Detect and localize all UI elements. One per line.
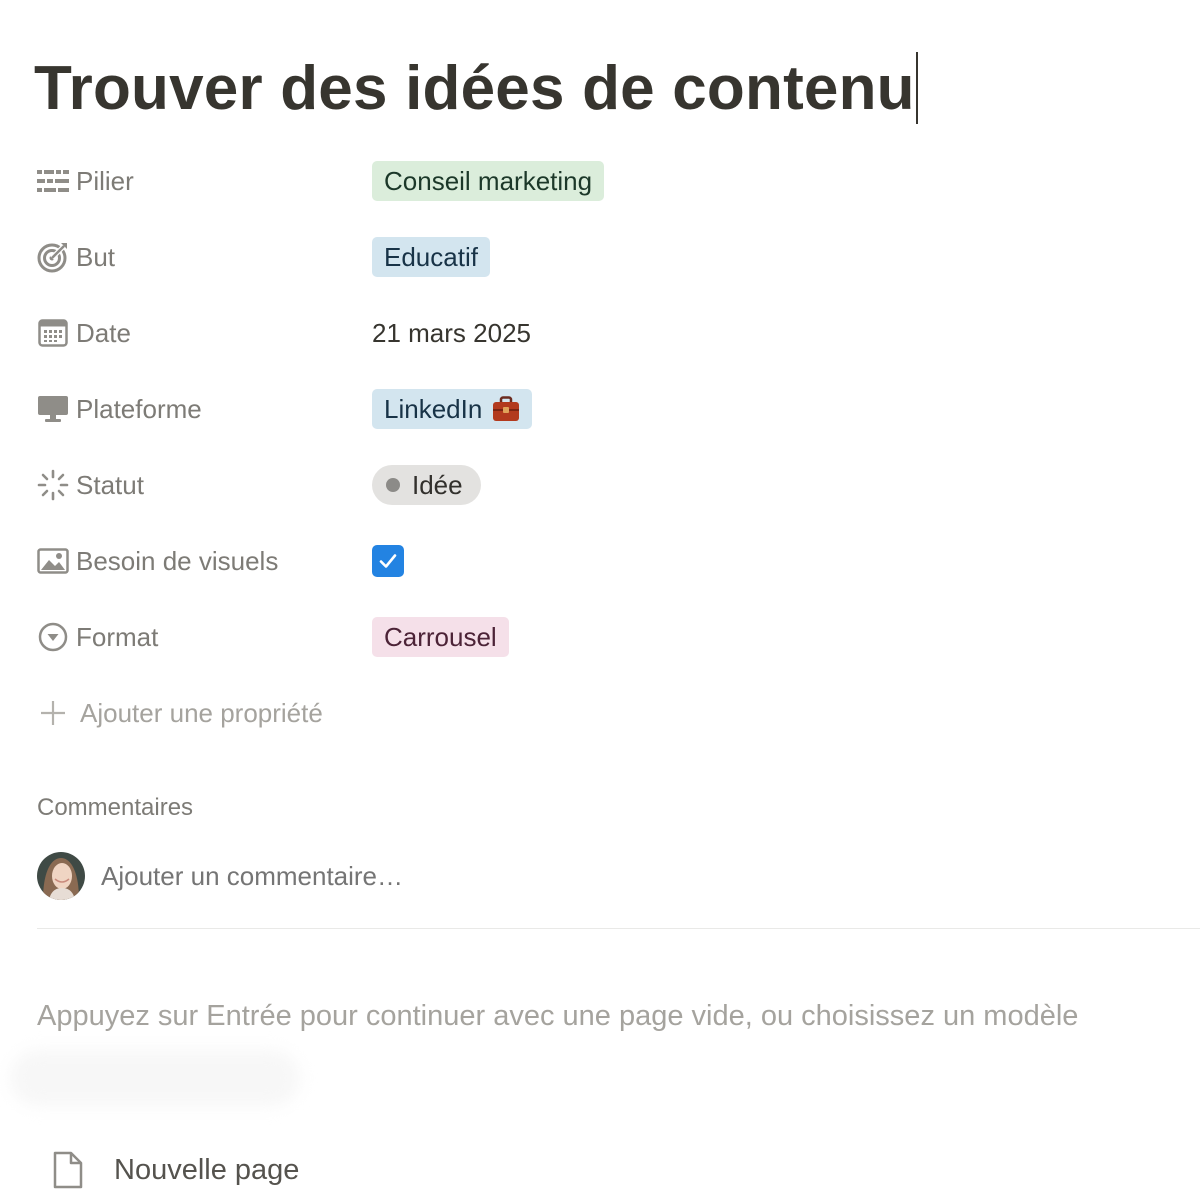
avatar[interactable] (37, 852, 85, 900)
status-label: Idée (412, 470, 463, 500)
property-value-statut[interactable]: Idée (372, 465, 481, 505)
property-row-but: But Educatif (36, 219, 1176, 295)
property-label-pilier[interactable]: Pilier (36, 164, 372, 198)
comment-input[interactable] (101, 860, 601, 892)
property-label-format[interactable]: Format (36, 620, 372, 654)
page: Trouver des idées de contenu Pilier Cons… (0, 0, 1200, 1200)
property-label-besoin-de-visuels[interactable]: Besoin de visuels (36, 544, 372, 578)
briefcase-icon (492, 396, 520, 422)
select-chevron-icon (36, 620, 70, 654)
property-label-plateforme[interactable]: Plateforme (36, 392, 372, 426)
status-loader-icon (36, 468, 70, 502)
add-property-button[interactable]: Ajouter une propriété (36, 696, 323, 730)
multi-select-icon (36, 164, 70, 198)
property-label-text: Format (76, 621, 159, 652)
property-label-text: Pilier (76, 165, 134, 196)
comment-composer (37, 852, 601, 900)
property-row-plateforme: Plateforme LinkedIn (36, 371, 1176, 447)
property-value-besoin-de-visuels[interactable] (372, 545, 404, 577)
property-value-format[interactable]: Carrousel (372, 617, 509, 657)
template-item-nouvelle-page[interactable]: Nouvelle page (52, 1150, 299, 1190)
tag-linkedin-label: LinkedIn (384, 394, 483, 424)
comments-heading: Commentaires (37, 794, 194, 821)
add-property-label: Ajouter une propriété (80, 697, 323, 728)
property-row-pilier: Pilier Conseil marketing (36, 143, 1176, 219)
blurred-overlay (10, 1050, 300, 1106)
property-row-date: Date 21 mars 2025 (36, 295, 1176, 371)
tag-educatif[interactable]: Educatif (372, 237, 490, 277)
tag-carrousel[interactable]: Carrousel (372, 617, 509, 657)
tag-linkedin[interactable]: LinkedIn (372, 389, 533, 429)
text-caret (915, 52, 918, 124)
property-row-statut: Statut Idée (36, 447, 1176, 523)
property-label-text: But (76, 241, 116, 272)
property-value-plateforme[interactable]: LinkedIn (372, 389, 533, 429)
date-value[interactable]: 21 mars 2025 (372, 318, 531, 349)
property-value-pilier[interactable]: Conseil marketing (372, 161, 605, 201)
status-badge[interactable]: Idée (372, 465, 481, 505)
plus-icon (36, 696, 70, 730)
template-label: Nouvelle page (114, 1153, 300, 1186)
checkbox-besoin-de-visuels[interactable] (372, 545, 404, 577)
property-label-text: Plateforme (76, 393, 202, 424)
page-icon (52, 1150, 84, 1190)
property-label-text: Besoin de visuels (76, 545, 279, 576)
tag-conseil-marketing[interactable]: Conseil marketing (372, 161, 605, 201)
properties-panel: Pilier Conseil marketing But Educatif Da… (36, 143, 1176, 751)
property-row-format: Format Carrousel (36, 599, 1176, 675)
target-icon (36, 240, 70, 274)
property-label-but[interactable]: But (36, 240, 372, 274)
property-label-date[interactable]: Date (36, 316, 372, 350)
property-label-text: Statut (76, 469, 144, 500)
page-title[interactable]: Trouver des idées de contenu (34, 52, 918, 124)
image-icon (36, 544, 70, 578)
status-dot (386, 478, 400, 492)
property-value-but[interactable]: Educatif (372, 237, 490, 277)
add-property-row: Ajouter une propriété (36, 675, 1176, 751)
calendar-icon (36, 316, 70, 350)
property-label-text: Date (76, 317, 131, 348)
property-value-date[interactable]: 21 mars 2025 (372, 318, 531, 349)
property-label-statut[interactable]: Statut (36, 468, 372, 502)
property-row-besoin-de-visuels: Besoin de visuels (36, 523, 1176, 599)
monitor-icon (36, 392, 70, 426)
divider (37, 928, 1200, 929)
page-title-text[interactable]: Trouver des idées de contenu (34, 53, 915, 124)
empty-page-hint: Appuyez sur Entrée pour continuer avec u… (37, 1000, 1079, 1032)
